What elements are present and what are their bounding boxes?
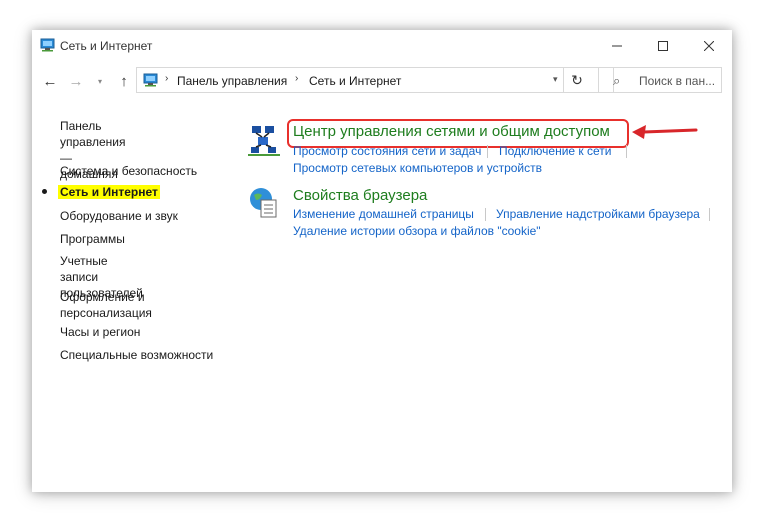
link-connect-to-network[interactable]: Подключение к сети — [499, 144, 611, 158]
refresh-icon: ↻ — [571, 71, 583, 88]
category-title-browser-properties[interactable]: Свойства браузера — [293, 187, 427, 204]
sidebar-item-clock-region[interactable]: Часы и регион — [60, 324, 140, 340]
sidebar-item-accessibility[interactable]: Специальные возможности — [60, 347, 213, 363]
maximize-icon — [658, 40, 668, 51]
link-manage-addons[interactable]: Управление надстройками браузера — [496, 207, 700, 221]
title-bar: Сеть и Интернет — [32, 30, 732, 61]
link-separator — [485, 208, 486, 221]
sidebar-item-system-security[interactable]: Система и безопасность — [60, 163, 197, 179]
recent-locations-button[interactable]: ▾ — [90, 71, 110, 91]
forward-arrow-icon: → — [68, 72, 84, 90]
current-item-bullet — [42, 189, 47, 194]
breadcrumb-control-panel[interactable]: Панель управления — [177, 74, 287, 88]
network-location-icon — [143, 73, 158, 87]
up-button[interactable]: ↑ — [114, 71, 134, 91]
annotation-arrow-icon — [632, 125, 698, 139]
up-arrow-icon: ↑ — [120, 72, 128, 90]
maximize-button[interactable] — [640, 30, 686, 61]
link-separator — [487, 145, 488, 158]
minimize-icon — [612, 45, 622, 46]
navigation-bar: ← → ▾ ↑ › Панель управления › Сеть и Инт… — [32, 63, 732, 99]
minimize-button[interactable] — [594, 30, 640, 61]
link-separator — [626, 145, 627, 158]
sidebar-item-programs[interactable]: Программы — [60, 231, 125, 247]
link-separator — [709, 208, 710, 221]
search-placeholder: Поиск в пан... — [639, 74, 716, 88]
back-button[interactable]: ← — [40, 71, 60, 91]
link-view-network-status[interactable]: Просмотр состояния сети и задач — [293, 144, 481, 158]
breadcrumb-network[interactable]: Сеть и Интернет — [309, 74, 401, 88]
forward-button[interactable]: → — [66, 71, 86, 91]
breadcrumb-separator: › — [165, 73, 169, 84]
category-title-network-center[interactable]: Центр управления сетями и общим доступом — [293, 123, 610, 140]
window-title: Сеть и Интернет — [60, 39, 153, 53]
sidebar-item-hardware-sound[interactable]: Оборудование и звук — [60, 208, 178, 224]
link-delete-browsing-history[interactable]: Удаление истории обзора и файлов "cookie… — [293, 224, 541, 238]
refresh-button[interactable]: ↻ — [563, 67, 590, 93]
address-history-icon[interactable]: ▾ — [553, 74, 558, 85]
link-change-home-page[interactable]: Изменение домашней страницы — [293, 207, 474, 221]
link-view-network-computers[interactable]: Просмотр сетевых компьютеров и устройств — [293, 161, 542, 175]
browser-properties-icon — [250, 188, 277, 218]
network-center-icon — [248, 126, 280, 156]
address-bar[interactable]: › Панель управления › Сеть и Интернет ▾ … — [136, 67, 614, 93]
sidebar-item-appearance[interactable]: Оформление и персонализация — [60, 289, 152, 321]
sidebar-item-network[interactable]: Сеть и Интернет — [58, 185, 160, 199]
chevron-down-icon: ▾ — [97, 76, 102, 86]
search-input[interactable]: ⌕ Поиск в пан... — [598, 67, 722, 93]
close-icon — [704, 40, 714, 51]
breadcrumb-separator: › — [295, 73, 299, 84]
control-panel-window: Сеть и Интернет ← → ▾ ↑ › Панель управле… — [32, 30, 732, 492]
network-app-icon — [40, 38, 55, 52]
search-icon: ⌕ — [613, 73, 621, 88]
close-button[interactable] — [686, 30, 732, 61]
back-arrow-icon: ← — [42, 72, 58, 90]
